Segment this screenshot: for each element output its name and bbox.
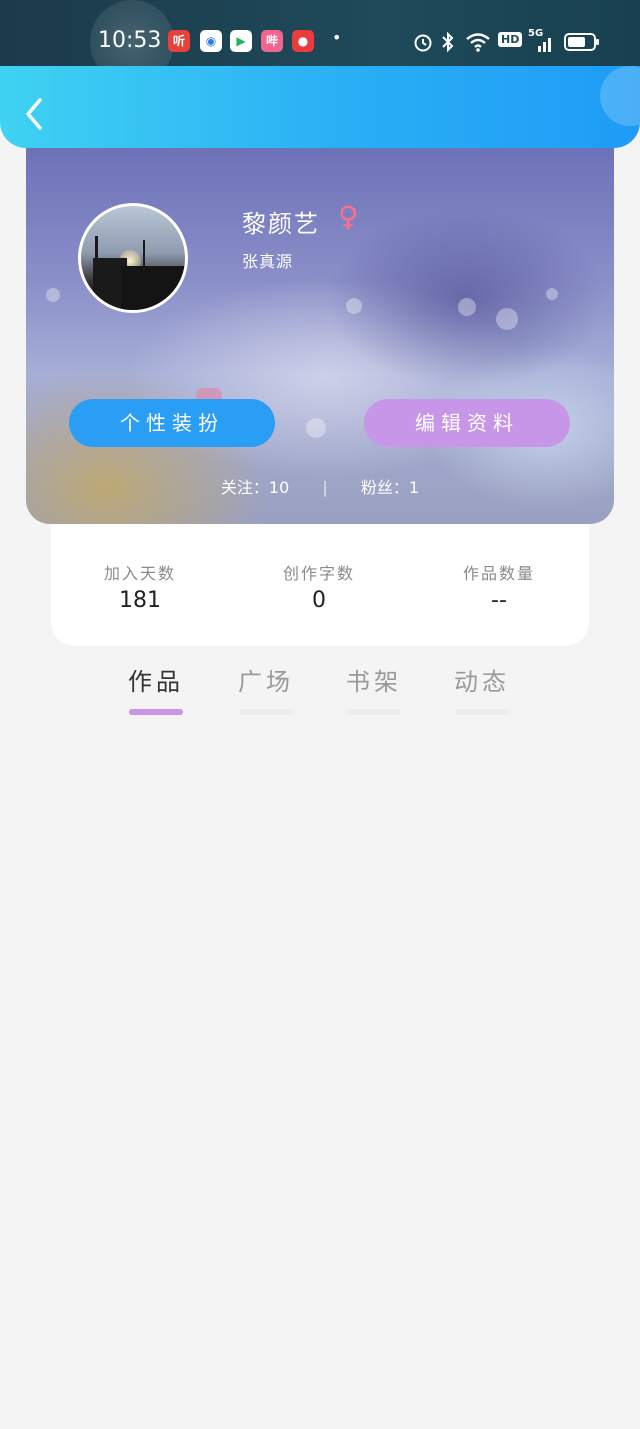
video-app-icon: ● xyxy=(292,30,314,52)
edit-profile-button[interactable]: 编辑资料 xyxy=(364,399,570,447)
stat-works-count: 作品数量 -- xyxy=(419,560,579,613)
stat-join-days: 加入天数 181 xyxy=(60,560,220,613)
wifi-icon xyxy=(466,33,490,52)
alarm-icon xyxy=(414,34,432,52)
tab-indicator xyxy=(347,709,401,715)
avatar-pole xyxy=(95,236,98,266)
tab-indicator xyxy=(129,709,183,715)
dress-up-button[interactable]: 个性装扮 xyxy=(69,399,275,447)
tab-indicator xyxy=(455,709,509,715)
play-app-icon: ▶ xyxy=(230,30,252,52)
battery-icon xyxy=(564,33,599,51)
tab-label: 动态 xyxy=(454,668,510,696)
follow-separator: | xyxy=(322,478,328,497)
stat-value: 181 xyxy=(119,588,161,613)
avatar[interactable] xyxy=(78,203,188,313)
fans-count[interactable]: 粉丝：1 xyxy=(361,478,419,497)
stat-label: 加入天数 xyxy=(103,564,176,583)
stat-value: 0 xyxy=(312,588,326,613)
signal-icon xyxy=(538,38,551,52)
browser-app-icon: ◉ xyxy=(200,30,222,52)
stat-word-count: 创作字数 0 xyxy=(239,560,399,613)
follow-row: 关注：10 | 粉丝：1 xyxy=(26,474,614,498)
status-time: 10:53 xyxy=(98,28,162,53)
header-decoration xyxy=(600,66,640,126)
stat-label: 创作字数 xyxy=(282,564,355,583)
tab-label: 作品 xyxy=(128,668,184,696)
tab-indicator xyxy=(239,709,293,715)
ting-app-icon: 听 xyxy=(168,30,190,52)
bluetooth-icon xyxy=(442,31,454,53)
avatar-treeline xyxy=(121,266,185,310)
tab-bookshelf[interactable]: 书架 xyxy=(342,662,406,715)
username: 黎颜艺 xyxy=(242,210,320,238)
following-count[interactable]: 关注：10 xyxy=(221,478,289,497)
signature: 张真源 xyxy=(242,252,294,271)
stats-panel: 加入天数 181 创作字数 0 作品数量 -- xyxy=(51,524,589,646)
bokeh-dot xyxy=(306,418,326,438)
female-gender-icon: ♀ xyxy=(338,200,359,233)
avatar-pole xyxy=(143,240,145,270)
notification-dot-icon: • xyxy=(332,28,342,47)
tab-label: 书架 xyxy=(346,668,402,696)
header-bar xyxy=(0,66,640,148)
tab-label: 广场 xyxy=(238,668,294,696)
content-tabs: 作品 广场 书架 动态 xyxy=(0,662,640,722)
stat-label: 作品数量 xyxy=(462,564,535,583)
bokeh-dot xyxy=(346,298,362,314)
stat-value: -- xyxy=(491,588,507,613)
bokeh-dot xyxy=(496,308,518,330)
bokeh-dot xyxy=(546,288,558,300)
bokeh-dot xyxy=(46,288,60,302)
tab-feed[interactable]: 动态 xyxy=(450,662,514,715)
hd-icon: HD xyxy=(498,32,523,47)
bilibili-app-icon: 哔 xyxy=(261,30,283,52)
bokeh-dot xyxy=(458,298,476,316)
tab-works[interactable]: 作品 xyxy=(124,662,188,715)
back-chevron-icon[interactable] xyxy=(16,94,56,134)
tab-square[interactable]: 广场 xyxy=(234,662,298,715)
profile-card: 黎颜艺 ♀ 张真源 个性装扮 编辑资料 关注：10 | 粉丝：1 xyxy=(26,148,614,524)
